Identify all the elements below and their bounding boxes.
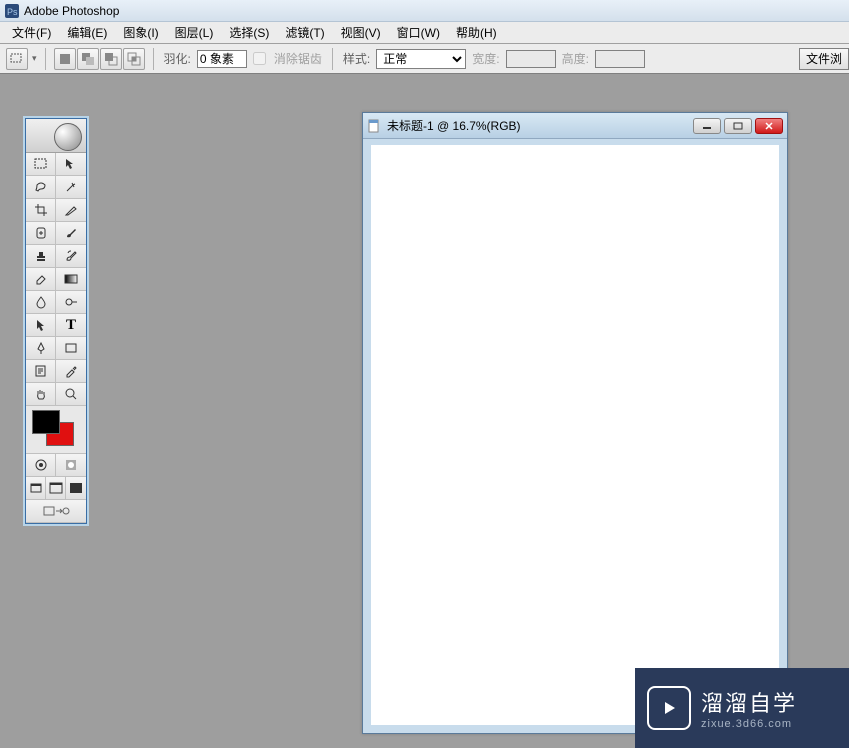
subtract-selection-button[interactable] [100, 48, 122, 70]
width-input [506, 50, 556, 68]
screen-full-button[interactable] [66, 477, 86, 499]
app-title: Adobe Photoshop [24, 4, 119, 18]
file-browser-button[interactable]: 文件浏 [799, 48, 849, 70]
eraser-tool[interactable] [26, 268, 56, 290]
selection-mode-group [54, 48, 145, 70]
watermark-logo-icon [647, 686, 691, 730]
healing-brush-tool[interactable] [26, 222, 56, 244]
menu-view[interactable]: 视图(V) [333, 22, 389, 43]
notes-tool[interactable] [26, 360, 56, 382]
divider [45, 48, 46, 70]
toolbox-header[interactable] [26, 119, 86, 153]
height-label: 高度: [562, 50, 589, 67]
history-brush-tool[interactable] [56, 245, 86, 267]
antialias-label: 消除锯齿 [274, 50, 322, 67]
maximize-button[interactable] [724, 118, 752, 134]
jump-to-button[interactable] [26, 500, 86, 522]
app-titlebar: Ps Adobe Photoshop [0, 0, 849, 22]
menu-layer[interactable]: 图层(L) [167, 22, 222, 43]
foreground-color[interactable] [32, 410, 60, 434]
feather-label: 羽化: [164, 50, 191, 67]
width-label: 宽度: [472, 50, 499, 67]
watermark-text: 溜溜自学 zixue.3d66.com [701, 686, 797, 730]
pen-tool[interactable] [26, 337, 56, 359]
new-selection-button[interactable] [54, 48, 76, 70]
watermark-sub: zixue.3d66.com [701, 718, 797, 730]
window-controls [693, 118, 783, 134]
move-tool[interactable] [56, 153, 86, 175]
watermark-main: 溜溜自学 [701, 686, 797, 718]
menu-window[interactable]: 窗口(W) [389, 22, 448, 43]
menu-filter[interactable]: 滤镜(T) [277, 22, 332, 43]
menu-image[interactable]: 图象(I) [115, 22, 166, 43]
svg-text:Ps: Ps [7, 7, 18, 17]
document-window[interactable]: 未标题-1 @ 16.7%(RGB) [362, 112, 788, 734]
color-swatches [26, 406, 86, 454]
menubar: 文件(F) 编辑(E) 图象(I) 图层(L) 选择(S) 滤镜(T) 视图(V… [0, 22, 849, 44]
crop-tool[interactable] [26, 199, 56, 221]
stamp-tool[interactable] [26, 245, 56, 267]
options-bar: ▾ 羽化: 消除锯齿 样式: 正常 宽度: 高度: 文件浏 [0, 44, 849, 74]
add-selection-button[interactable] [77, 48, 99, 70]
antialias-checkbox [253, 52, 266, 65]
eyedropper-tool[interactable] [56, 360, 86, 382]
slice-tool[interactable] [56, 199, 86, 221]
divider [153, 48, 154, 70]
lasso-tool[interactable] [26, 176, 56, 198]
menu-select[interactable]: 选择(S) [221, 22, 277, 43]
hand-tool[interactable] [26, 383, 56, 405]
screen-fullmenu-button[interactable] [46, 477, 66, 499]
style-select[interactable]: 正常 [376, 49, 466, 69]
blur-tool[interactable] [26, 291, 56, 313]
rect-marquee-tool[interactable] [26, 153, 56, 175]
gradient-tool[interactable] [56, 268, 86, 290]
close-icon [764, 122, 774, 130]
tool-preset-picker[interactable] [6, 48, 28, 70]
standard-mode-button[interactable] [26, 454, 56, 476]
brush-tool[interactable] [56, 222, 86, 244]
menu-help[interactable]: 帮助(H) [448, 22, 505, 43]
document-titlebar[interactable]: 未标题-1 @ 16.7%(RGB) [363, 113, 787, 139]
type-tool[interactable]: T [56, 314, 86, 336]
minimize-button[interactable] [693, 118, 721, 134]
feather-input[interactable] [197, 50, 247, 68]
intersect-selection-button[interactable] [123, 48, 145, 70]
quickmask-mode-button[interactable] [56, 454, 86, 476]
menu-file[interactable]: 文件(F) [4, 22, 59, 43]
magic-wand-tool[interactable] [56, 176, 86, 198]
divider [332, 48, 333, 70]
toolbox[interactable]: T [25, 118, 87, 524]
document-icon [367, 119, 381, 133]
document-title: 未标题-1 @ 16.7%(RGB) [385, 117, 689, 134]
rectangle-tool[interactable] [56, 337, 86, 359]
toolbox-rows: T [26, 153, 86, 406]
path-select-tool[interactable] [26, 314, 56, 336]
close-button[interactable] [755, 118, 783, 134]
style-label: 样式: [343, 50, 370, 67]
menu-edit[interactable]: 编辑(E) [59, 22, 115, 43]
height-input [595, 50, 645, 68]
screen-standard-button[interactable] [26, 477, 46, 499]
zoom-tool[interactable] [56, 383, 86, 405]
watermark: 溜溜自学 zixue.3d66.com [635, 668, 849, 748]
maximize-icon [733, 122, 743, 130]
document-canvas[interactable] [371, 145, 779, 725]
workspace: T [0, 74, 849, 748]
app-icon: Ps [4, 3, 20, 19]
minimize-icon [702, 122, 712, 130]
dodge-tool[interactable] [56, 291, 86, 313]
